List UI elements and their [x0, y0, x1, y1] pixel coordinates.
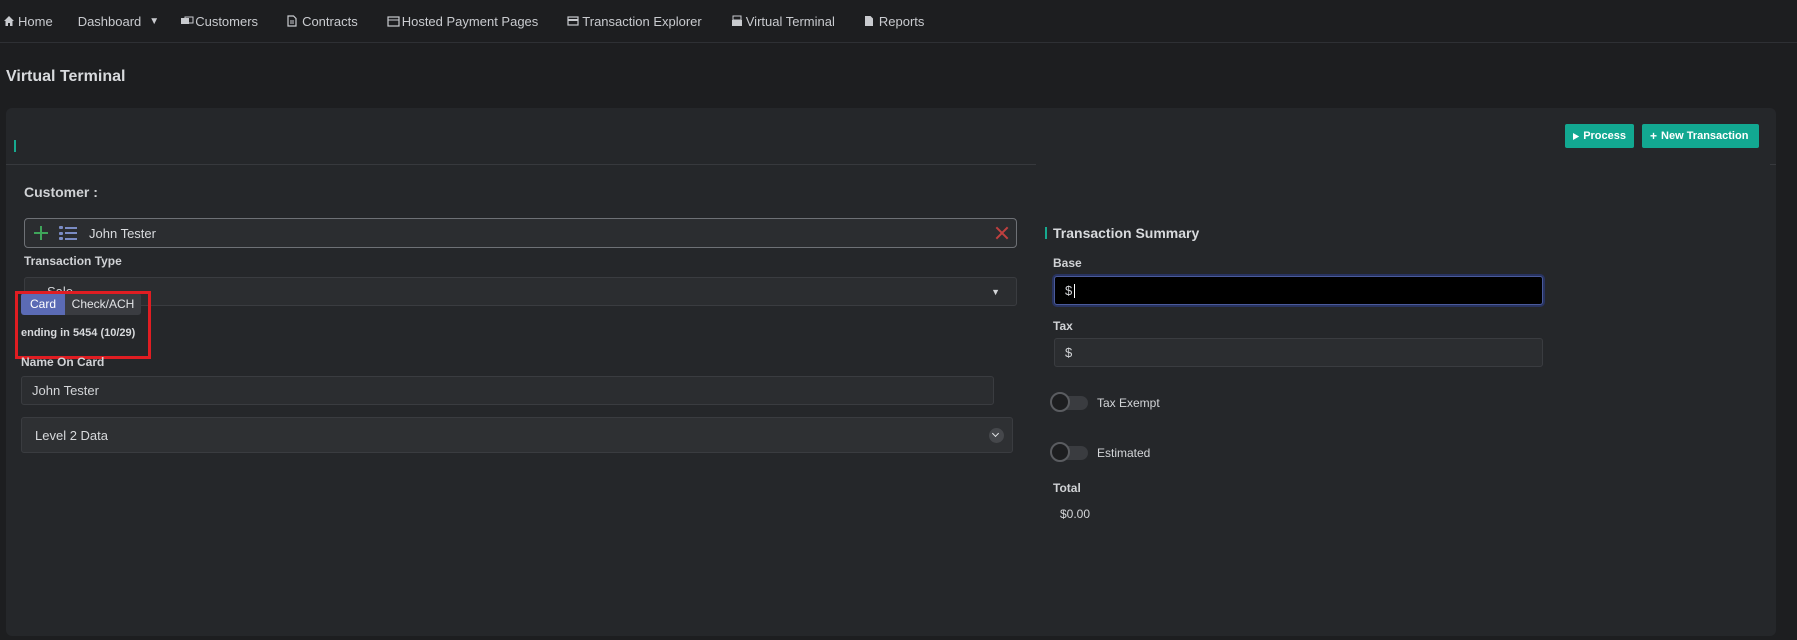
level2-data-accordion[interactable]: Level 2 Data	[21, 417, 1013, 453]
nav-hosted-payment-pages-label: Hosted Payment Pages	[401, 13, 539, 29]
report-icon	[864, 15, 876, 27]
total-value: $0.00	[1060, 507, 1091, 521]
chevron-down-icon: ▼	[149, 15, 160, 27]
nav-reports[interactable]: Reports	[864, 13, 925, 29]
name-on-card-label: Name On Card	[21, 355, 105, 369]
tax-currency-prefix: $	[1065, 345, 1073, 360]
transaction-summary: Transaction Summary Base $ Tax $ Tax Exe…	[1036, 160, 1770, 636]
estimated-toggle[interactable]	[1050, 442, 1088, 462]
nav-home[interactable]: Home	[3, 14, 53, 29]
tab-card[interactable]: Card	[21, 293, 65, 315]
estimated-label: Estimated	[1097, 446, 1151, 460]
text-cursor	[1074, 283, 1076, 298]
nav-hosted-payment-pages[interactable]: Hosted Payment Pages	[387, 13, 539, 29]
nav-contracts-label: Contracts	[302, 13, 358, 29]
home-icon	[3, 15, 15, 27]
summary-accent-bar	[1045, 227, 1047, 239]
nav-home-label: Home	[18, 13, 53, 29]
tab-check-ach[interactable]: Check/ACH	[65, 293, 141, 315]
customers-icon	[180, 15, 194, 27]
nav-virtual-terminal-label: Virtual Terminal	[745, 13, 835, 29]
page-title: Virtual Terminal	[6, 68, 126, 85]
payment-method-toggle: Card Check/ACH	[21, 293, 141, 315]
customer-value: John Tester	[89, 225, 156, 241]
document-icon	[287, 15, 299, 27]
nav-customers[interactable]: Customers	[180, 14, 258, 29]
new-transaction-label: New Transaction	[1661, 130, 1749, 142]
new-transaction-button[interactable]: + New Transaction	[1642, 124, 1759, 148]
nav-contracts[interactable]: Contracts	[287, 14, 358, 29]
summary-title: Transaction Summary	[1053, 225, 1200, 241]
customer-field[interactable]: John Tester	[24, 218, 1017, 248]
chevron-down-icon: ▼	[991, 286, 1000, 297]
card-icon	[567, 15, 579, 27]
name-on-card-field[interactable]: John Tester	[21, 376, 994, 405]
customer-list-icon[interactable]	[59, 225, 77, 241]
nav-virtual-terminal[interactable]: Virtual Terminal	[731, 14, 835, 29]
level2-data-label: Level 2 Data	[35, 427, 108, 443]
process-button[interactable]: Process	[1565, 124, 1634, 148]
close-icon[interactable]	[995, 226, 1009, 240]
play-icon	[1573, 132, 1580, 140]
nav-reports-label: Reports	[878, 13, 925, 29]
tax-exempt-toggle[interactable]	[1050, 392, 1088, 412]
transaction-type-label: Transaction Type	[24, 254, 122, 268]
tax-exempt-label: Tax Exempt	[1097, 396, 1160, 410]
tax-label: Tax	[1053, 319, 1073, 333]
base-currency-prefix: $	[1065, 283, 1073, 298]
tax-amount-field[interactable]: $	[1054, 338, 1543, 367]
top-nav: Home Dashboard ▼ Customers Contracts Hos…	[0, 0, 1797, 43]
customer-label: Customer :	[24, 184, 98, 200]
plus-icon: +	[1650, 129, 1658, 143]
chevron-down-icon[interactable]	[989, 427, 1004, 443]
base-label: Base	[1053, 256, 1082, 270]
nav-dashboard[interactable]: Dashboard ▼	[78, 14, 160, 29]
nav-dashboard-label: Dashboard	[77, 13, 142, 29]
nav-transaction-explorer-label: Transaction Explorer	[582, 13, 702, 29]
pages-icon	[387, 15, 400, 27]
terminal-panel: Process + New Transaction Customer : Joh…	[6, 108, 1776, 636]
add-customer-icon[interactable]	[33, 225, 49, 241]
card-ending-text: ending in 5454 (10/29)	[21, 327, 136, 339]
nav-transaction-explorer[interactable]: Transaction Explorer	[567, 13, 702, 29]
terminal-icon	[731, 15, 743, 27]
total-label: Total	[1053, 481, 1081, 495]
transaction-type-select[interactable]: Sale ▼	[24, 277, 1017, 306]
base-amount-field[interactable]: $	[1054, 276, 1543, 305]
process-label: Process	[1583, 130, 1626, 142]
nav-customers-label: Customers	[195, 13, 259, 29]
transaction-type-value: Sale	[47, 284, 74, 299]
panel-header: Process + New Transaction	[6, 108, 1776, 165]
accent-bar	[14, 140, 16, 152]
